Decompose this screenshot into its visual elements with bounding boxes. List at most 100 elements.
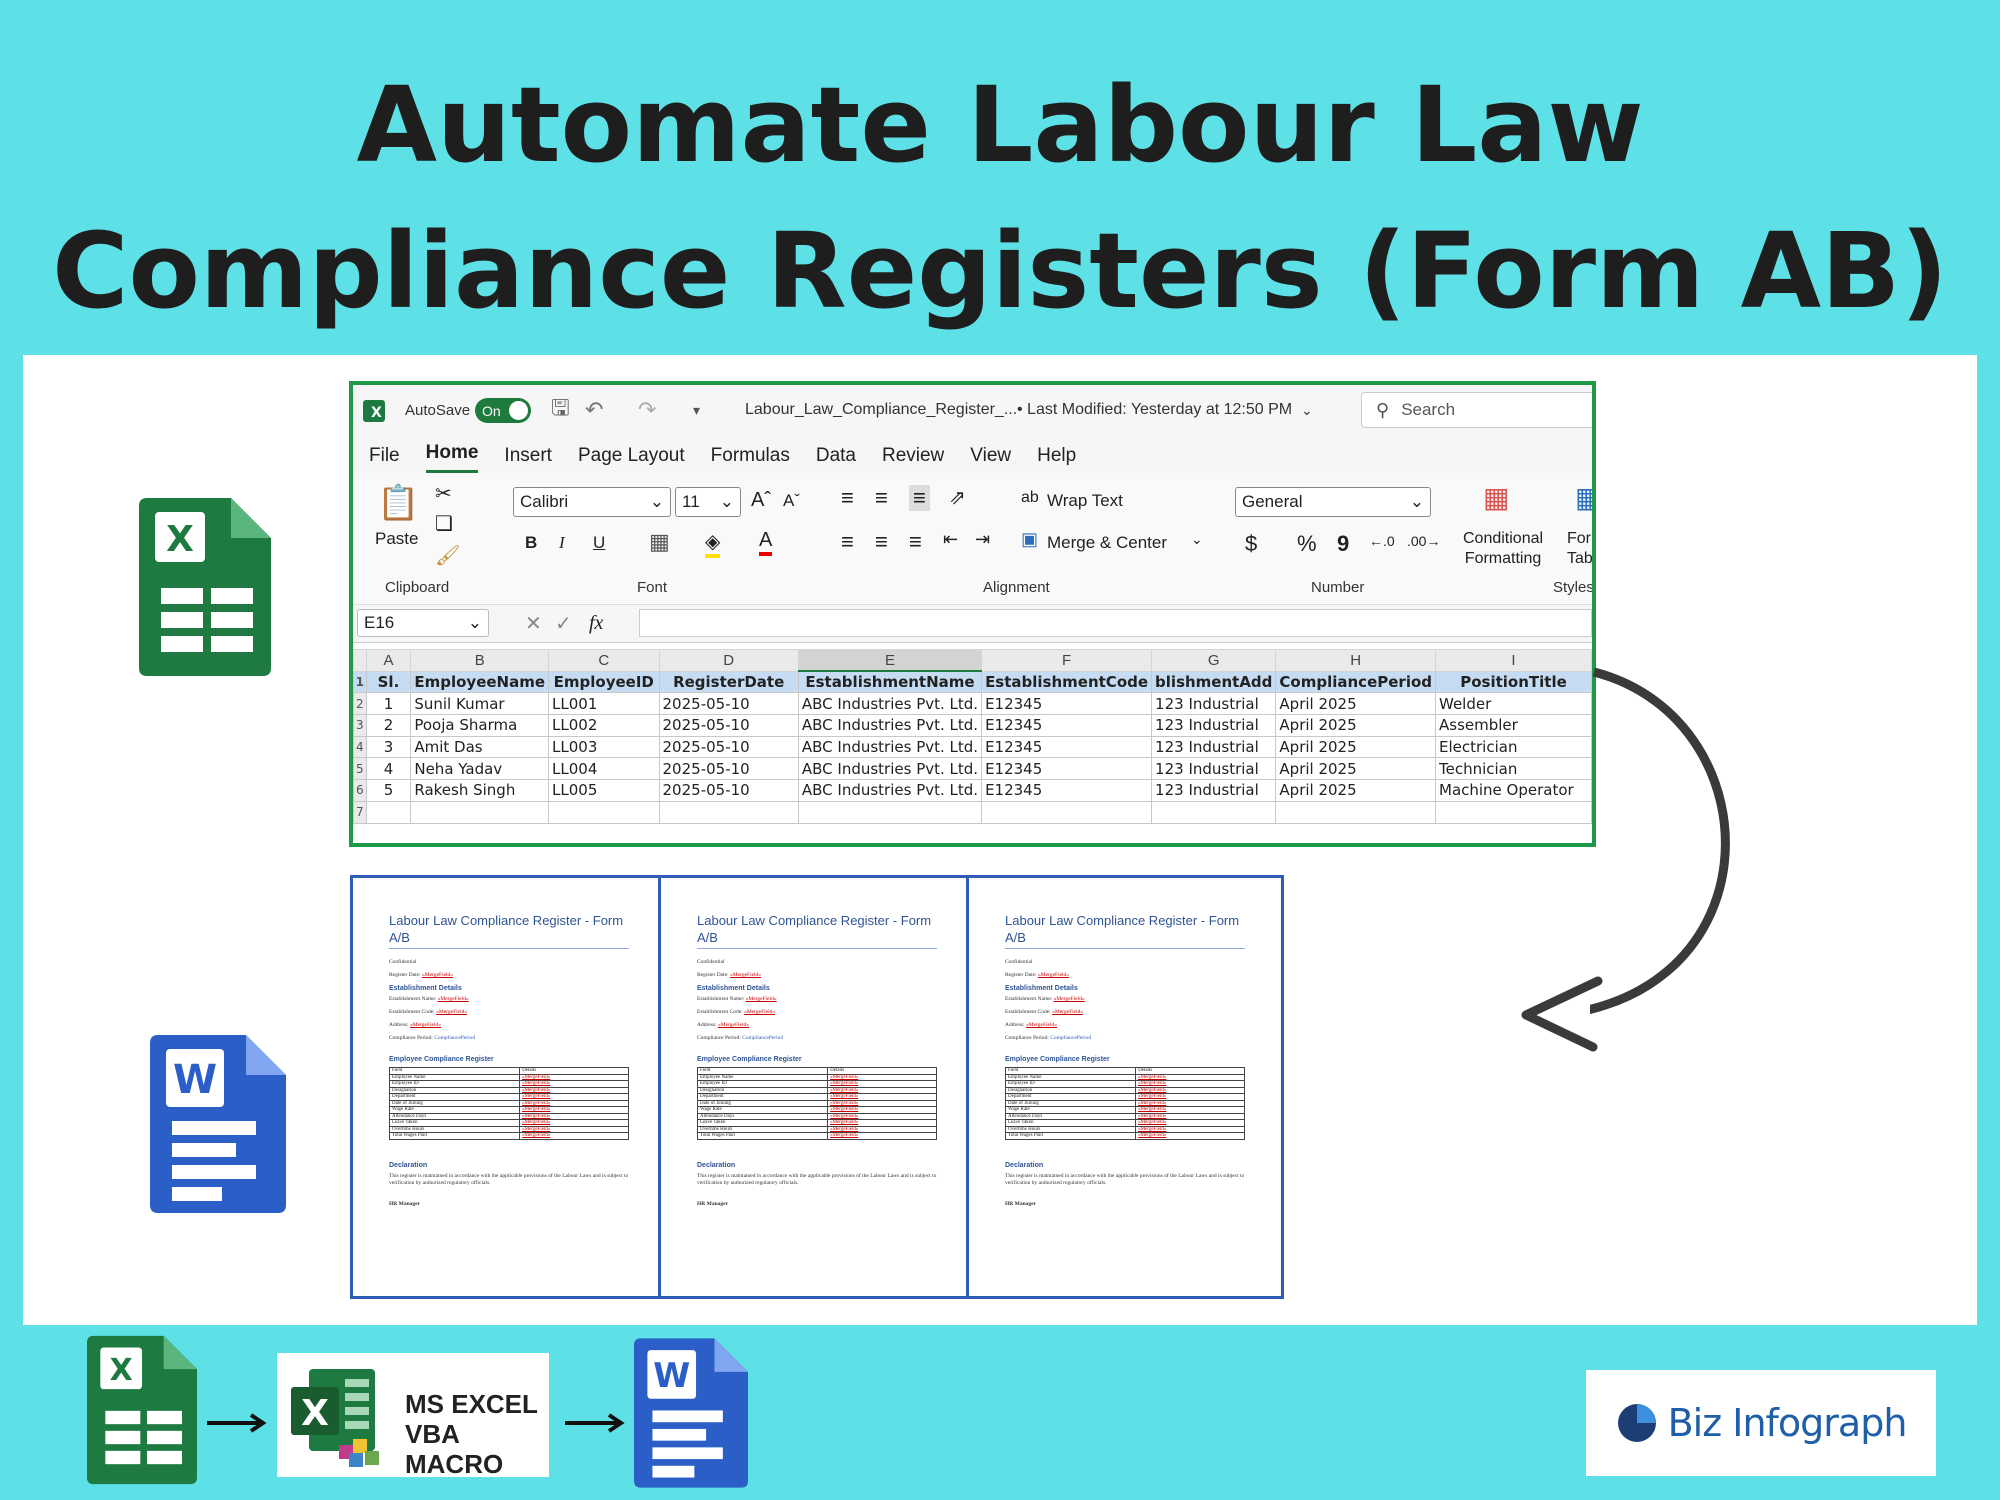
percent-button[interactable]: % <box>1297 531 1317 557</box>
chevron-down-icon[interactable]: ⌄ <box>1191 531 1203 548</box>
cell[interactable] <box>1435 800 1592 824</box>
row-number[interactable]: 6 <box>353 779 367 802</box>
align-bottom-icon[interactable]: ≡ <box>909 485 930 511</box>
tab-data[interactable]: Data <box>816 445 856 473</box>
wrap-text-icon[interactable]: ab <box>1021 489 1039 507</box>
cell[interactable]: 2025-05-10 <box>658 714 799 737</box>
cell[interactable] <box>548 800 660 824</box>
column-header[interactable]: H <box>1275 649 1436 672</box>
cell[interactable]: ABC Industries Pvt. Ltd. <box>797 757 983 781</box>
paste-button[interactable]: Paste <box>375 529 418 549</box>
cell[interactable]: 2025-05-10 <box>658 757 799 781</box>
bold-button[interactable]: B <box>525 533 537 553</box>
tab-page-layout[interactable]: Page Layout <box>578 445 685 473</box>
header-cell[interactable]: EstablishmentName <box>797 670 983 694</box>
cancel-icon[interactable]: ✕ <box>525 611 542 636</box>
cell[interactable]: 3 <box>365 735 412 759</box>
tab-insert[interactable]: Insert <box>504 445 552 473</box>
orientation-icon[interactable]: ⇗ <box>949 485 966 510</box>
column-header[interactable]: G <box>1151 649 1277 672</box>
font-size-select[interactable]: 11 ⌄ <box>675 487 741 517</box>
cell[interactable]: 1 <box>365 692 412 716</box>
word-document-3[interactable]: Labour Law Compliance Register - Form A/… <box>966 875 1284 1299</box>
format-table-icon[interactable]: ▦ <box>1575 481 1592 514</box>
cell[interactable]: 5 <box>365 779 412 802</box>
tab-review[interactable]: Review <box>882 445 944 473</box>
decrease-decimal-icon[interactable]: .00→ <box>1407 533 1440 549</box>
cell[interactable]: LL004 <box>548 757 660 781</box>
column-header[interactable]: B <box>410 649 550 672</box>
increase-indent-icon[interactable]: ⇥ <box>975 529 990 550</box>
copy-icon[interactable]: ❏ <box>435 511 453 536</box>
cell[interactable]: Machine Operator <box>1435 779 1592 802</box>
search-box[interactable]: ⚲ Search <box>1361 392 1592 428</box>
header-cell[interactable]: RegisterDate <box>658 670 799 694</box>
header-cell[interactable]: CompliancePeriod <box>1275 670 1436 694</box>
cell[interactable] <box>797 800 983 824</box>
paste-icon[interactable]: 📋 <box>377 483 419 523</box>
borders-icon[interactable]: ▦ <box>649 529 670 555</box>
cell[interactable]: 123 Industrial <box>1151 735 1277 759</box>
column-header[interactable]: A <box>365 649 412 672</box>
header-cell[interactable]: EstablishmentCode <box>981 670 1153 694</box>
cell[interactable]: Neha Yadav <box>410 757 550 781</box>
tab-file[interactable]: File <box>369 445 400 473</box>
customize-icon[interactable]: ▾ <box>693 402 700 419</box>
conditional-formatting-icon[interactable]: ▦ <box>1483 481 1509 514</box>
cell[interactable]: 123 Industrial <box>1151 779 1277 802</box>
row-number[interactable]: 7 <box>353 800 367 824</box>
cell[interactable]: LL003 <box>548 735 660 759</box>
wrap-text-button[interactable]: Wrap Text <box>1047 491 1123 511</box>
font-color-icon[interactable]: A <box>759 529 773 556</box>
cell[interactable]: Rakesh Singh <box>410 779 550 802</box>
align-top-icon[interactable]: ≡ <box>841 485 854 511</box>
insert-function-button[interactable]: fx <box>589 612 603 635</box>
cell[interactable]: LL002 <box>548 714 660 737</box>
cell[interactable]: April 2025 <box>1275 714 1436 737</box>
cell[interactable] <box>981 800 1153 824</box>
enter-icon[interactable]: ✓ <box>555 611 572 636</box>
cell[interactable] <box>410 800 550 824</box>
cell[interactable] <box>1275 800 1436 824</box>
cell[interactable]: ABC Industries Pvt. Ltd. <box>797 779 983 802</box>
cell[interactable]: 123 Industrial <box>1151 692 1277 716</box>
align-middle-icon[interactable]: ≡ <box>875 485 888 511</box>
cell[interactable]: E12345 <box>981 779 1153 802</box>
row-number[interactable]: 4 <box>353 735 367 759</box>
cell[interactable]: April 2025 <box>1275 692 1436 716</box>
cell[interactable]: Sunil Kumar <box>410 692 550 716</box>
redo-icon[interactable]: ↷ <box>638 397 656 423</box>
underline-button[interactable]: U <box>593 533 605 553</box>
cell[interactable] <box>658 800 799 824</box>
word-document-1[interactable]: Labour Law Compliance Register - Form A/… <box>350 875 668 1299</box>
cell[interactable]: Pooja Sharma <box>410 714 550 737</box>
align-right-icon[interactable]: ≡ <box>909 529 922 555</box>
merge-center-button[interactable]: Merge & Center <box>1047 533 1167 553</box>
cell[interactable]: April 2025 <box>1275 757 1436 781</box>
format-as-table-button[interactable]: Form Tab <box>1567 529 1592 569</box>
header-cell[interactable]: EmployeeName <box>410 670 550 694</box>
header-cell[interactable]: blishmentAdd <box>1151 670 1277 694</box>
shrink-font-icon[interactable]: Aˇ <box>783 491 800 511</box>
cell[interactable]: E12345 <box>981 735 1153 759</box>
format-painter-icon[interactable]: 🖌 <box>435 543 460 568</box>
cell[interactable]: Welder <box>1435 692 1592 716</box>
chevron-down-icon[interactable]: ⌄ <box>1301 402 1313 419</box>
row-number[interactable]: 2 <box>353 692 367 716</box>
cell[interactable]: LL005 <box>548 779 660 802</box>
fill-color-icon[interactable]: ◈ <box>705 529 721 558</box>
column-header[interactable]: I <box>1435 649 1592 672</box>
word-document-2[interactable]: Labour Law Compliance Register - Form A/… <box>658 875 976 1299</box>
row-number[interactable]: 1 <box>353 670 367 694</box>
cut-icon[interactable]: ✂ <box>435 481 452 506</box>
cell[interactable] <box>365 800 412 824</box>
cell[interactable]: 2025-05-10 <box>658 779 799 802</box>
column-header[interactable]: C <box>548 649 660 672</box>
cell[interactable]: E12345 <box>981 714 1153 737</box>
name-box[interactable]: E16 ⌄ <box>357 609 489 637</box>
row-number[interactable]: 3 <box>353 714 367 737</box>
cell[interactable]: April 2025 <box>1275 779 1436 802</box>
italic-button[interactable]: I <box>559 533 565 553</box>
tab-view[interactable]: View <box>970 445 1011 473</box>
column-header[interactable]: D <box>658 649 799 672</box>
